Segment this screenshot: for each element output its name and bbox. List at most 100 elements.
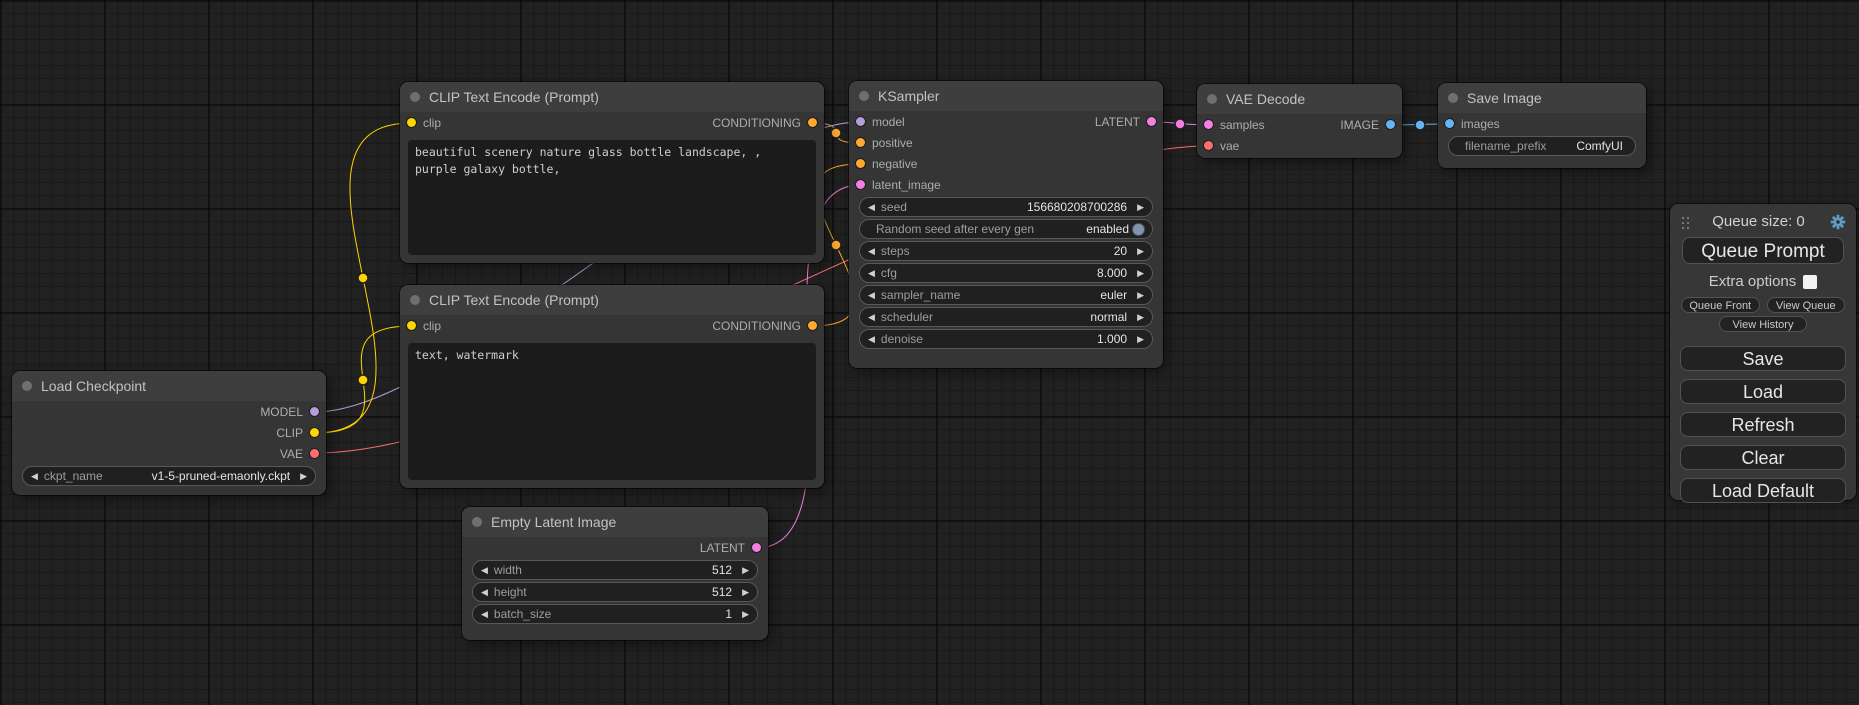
increment-arrow-icon[interactable]: ▶ [1137, 268, 1144, 279]
node-title-bar[interactable]: CLIP Text Encode (Prompt) [400, 285, 824, 315]
widget-sampler-name[interactable]: ◀ sampler_name euler ▶ [859, 285, 1153, 305]
input-port-samples[interactable] [1204, 120, 1213, 129]
output-port-image[interactable] [1386, 120, 1395, 129]
increment-arrow-icon[interactable]: ▶ [742, 565, 749, 576]
node-title: Load Checkpoint [41, 378, 146, 394]
input-label-vae: vae [1220, 139, 1239, 153]
input-label-samples: samples [1220, 118, 1265, 132]
output-label-vae: VAE [280, 447, 303, 461]
negative-prompt-textarea[interactable]: text, watermark [408, 343, 816, 480]
increment-arrow-icon[interactable]: ▶ [742, 587, 749, 598]
widget-height[interactable]: ◀ height 512 ▶ [472, 582, 758, 602]
extra-options-label: Extra options [1709, 273, 1797, 290]
input-port-images[interactable] [1445, 119, 1454, 128]
node-title: VAE Decode [1226, 91, 1305, 107]
node-title-bar[interactable]: CLIP Text Encode (Prompt) [400, 82, 824, 112]
queue-size-label: Queue size: 0 [1687, 213, 1830, 230]
increment-arrow-icon[interactable]: ▶ [1137, 312, 1144, 323]
output-label-clip: CLIP [276, 426, 303, 440]
positive-prompt-textarea[interactable]: beautiful scenery nature glass bottle la… [408, 140, 816, 255]
node-title-bar[interactable]: Empty Latent Image [462, 507, 768, 537]
node-title: Empty Latent Image [491, 514, 616, 530]
output-label-model: MODEL [260, 405, 303, 419]
input-port-latent-image[interactable] [856, 180, 865, 189]
input-label-model: model [872, 115, 905, 129]
node-title: Save Image [1467, 90, 1542, 106]
decrement-arrow-icon[interactable]: ◀ [481, 565, 488, 576]
decrement-arrow-icon[interactable]: ◀ [868, 312, 875, 323]
widget-denoise[interactable]: ◀ denoise 1.000 ▶ [859, 329, 1153, 349]
increment-arrow-icon[interactable]: ▶ [1137, 334, 1144, 345]
extra-options-checkbox[interactable] [1803, 275, 1817, 289]
decrement-arrow-icon[interactable]: ◀ [31, 471, 38, 482]
view-queue-button[interactable]: View Queue [1767, 297, 1846, 313]
input-label-positive: positive [872, 136, 913, 150]
decrement-arrow-icon[interactable]: ◀ [868, 246, 875, 257]
widget-batch-size[interactable]: ◀ batch_size 1 ▶ [472, 604, 758, 624]
output-port-latent[interactable] [1147, 117, 1156, 126]
widget-filename-prefix[interactable]: filename_prefix ComfyUI [1448, 136, 1636, 156]
decrement-arrow-icon[interactable]: ◀ [868, 334, 875, 345]
load-button[interactable]: Load [1680, 379, 1846, 404]
widget-steps[interactable]: ◀ steps 20 ▶ [859, 241, 1153, 261]
output-label-conditioning: CONDITIONING [712, 116, 801, 130]
save-button[interactable]: Save [1680, 346, 1846, 371]
widget-width[interactable]: ◀ width 512 ▶ [472, 560, 758, 580]
output-port-vae[interactable] [310, 449, 319, 458]
view-history-button[interactable]: View History [1719, 316, 1807, 332]
output-label-conditioning: CONDITIONING [712, 319, 801, 333]
decrement-arrow-icon[interactable]: ◀ [481, 587, 488, 598]
clear-button[interactable]: Clear [1680, 445, 1846, 470]
input-port-negative[interactable] [856, 159, 865, 168]
node-title-bar[interactable]: VAE Decode [1197, 84, 1402, 114]
output-port-conditioning[interactable] [808, 118, 817, 127]
increment-arrow-icon[interactable]: ▶ [1137, 246, 1144, 257]
output-label-latent: LATENT [700, 541, 745, 555]
input-port-vae[interactable] [1204, 141, 1213, 150]
node-status-dot-icon [1207, 94, 1217, 104]
node-status-dot-icon [22, 381, 32, 391]
decrement-arrow-icon[interactable]: ◀ [868, 290, 875, 301]
output-port-clip[interactable] [310, 428, 319, 437]
node-status-dot-icon [410, 295, 420, 305]
node-clip-text-encode-negative: CLIP Text Encode (Prompt) clip CONDITION… [400, 285, 824, 488]
queue-prompt-button[interactable]: Queue Prompt [1682, 237, 1844, 264]
widget-ckpt-name[interactable]: ◀ ckpt_name v1-5-pruned-emaonly.ckpt ▶ [22, 466, 316, 486]
output-port-model[interactable] [310, 407, 319, 416]
increment-arrow-icon[interactable]: ▶ [300, 471, 307, 482]
settings-gear-icon[interactable] [1830, 214, 1846, 230]
queue-front-button[interactable]: Queue Front [1681, 297, 1760, 313]
input-label-negative: negative [872, 157, 917, 171]
input-port-clip[interactable] [407, 118, 416, 127]
drag-handle-icon[interactable] [1682, 217, 1684, 219]
increment-arrow-icon[interactable]: ▶ [742, 609, 749, 620]
node-title-bar[interactable]: Load Checkpoint [12, 371, 326, 401]
node-load-checkpoint: Load Checkpoint MODEL CLIP VAE ◀ ckpt_na… [12, 371, 326, 495]
increment-arrow-icon[interactable]: ▶ [1137, 202, 1144, 213]
node-title-bar[interactable]: KSampler [849, 81, 1163, 111]
node-title: CLIP Text Encode (Prompt) [429, 292, 599, 308]
output-port-conditioning[interactable] [808, 321, 817, 330]
node-title-bar[interactable]: Save Image [1438, 83, 1646, 113]
input-port-clip[interactable] [407, 321, 416, 330]
output-port-latent[interactable] [752, 543, 761, 552]
widget-cfg[interactable]: ◀ cfg 8.000 ▶ [859, 263, 1153, 283]
widget-scheduler[interactable]: ◀ scheduler normal ▶ [859, 307, 1153, 327]
decrement-arrow-icon[interactable]: ◀ [868, 202, 875, 213]
queue-panel: Queue size: 0 Queue Prompt Extra options… [1670, 204, 1856, 500]
decrement-arrow-icon[interactable]: ◀ [868, 268, 875, 279]
node-ksampler: KSampler model LATENT positive negative … [849, 81, 1163, 368]
decrement-arrow-icon[interactable]: ◀ [481, 609, 488, 620]
node-status-dot-icon [859, 91, 869, 101]
node-vae-decode: VAE Decode samples IMAGE vae [1197, 84, 1402, 158]
toggle-enabled-icon[interactable] [1133, 224, 1144, 235]
refresh-button[interactable]: Refresh [1680, 412, 1846, 437]
widget-seed[interactable]: ◀ seed 156680208700286 ▶ [859, 197, 1153, 217]
input-port-positive[interactable] [856, 138, 865, 147]
increment-arrow-icon[interactable]: ▶ [1137, 290, 1144, 301]
input-port-model[interactable] [856, 117, 865, 126]
widget-random-seed-toggle[interactable]: Random seed after every gen enabled [859, 219, 1153, 239]
node-clip-text-encode-positive: CLIP Text Encode (Prompt) clip CONDITION… [400, 82, 824, 263]
node-status-dot-icon [410, 92, 420, 102]
load-default-button[interactable]: Load Default [1680, 478, 1846, 503]
